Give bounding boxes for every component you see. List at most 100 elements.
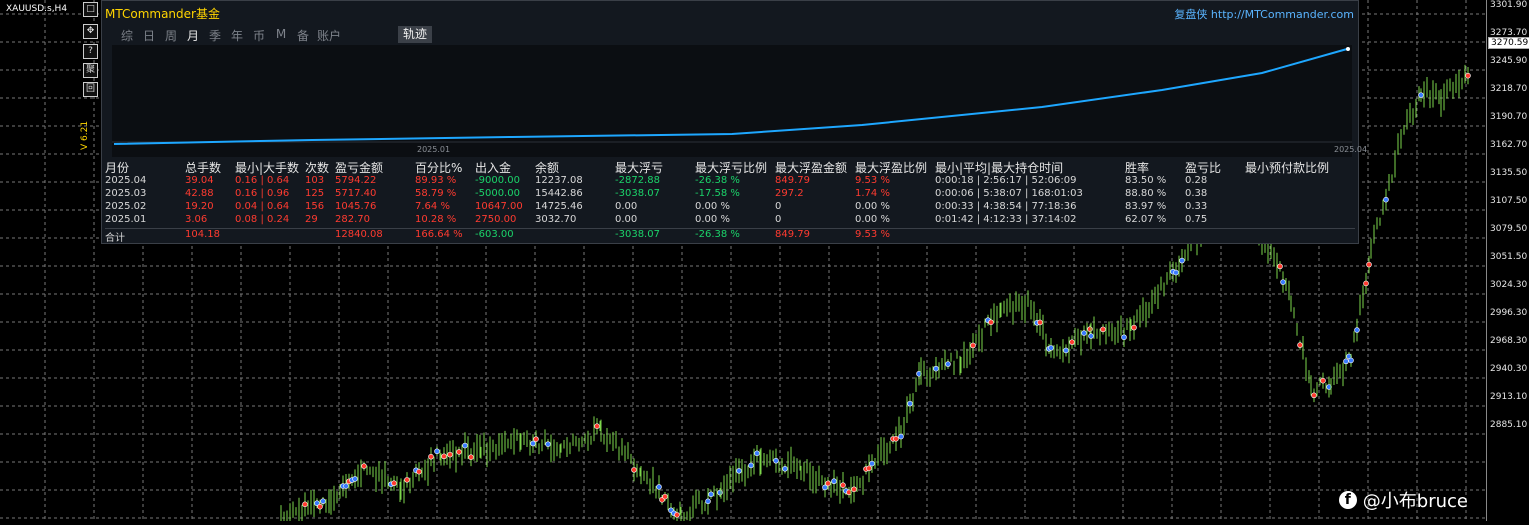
- trade-marker: [468, 454, 474, 460]
- trade-marker: [851, 486, 857, 493]
- trade-marker: [1063, 347, 1069, 354]
- trade-marker: [1311, 392, 1317, 399]
- trade-marker: [352, 476, 358, 482]
- total-lots: 104.18: [185, 229, 220, 240]
- trade-marker: [533, 436, 539, 442]
- header-pnl: 盈亏金额: [335, 161, 384, 175]
- trade-marker: [945, 361, 951, 367]
- trade-marker: [530, 440, 536, 447]
- trade-marker: [428, 453, 434, 460]
- tab-period-6[interactable]: 币: [248, 27, 270, 44]
- brand-title: MTCommander基金: [105, 7, 220, 21]
- cell-win: 88.80 %: [1125, 188, 1167, 199]
- cell-ratio: 0.28: [1185, 175, 1208, 186]
- trade-marker: [782, 466, 788, 472]
- total-max-float-loss: -3038.07: [615, 229, 660, 240]
- total-max-float-profit-pct: 9.53 %: [855, 229, 890, 240]
- total-max-float-profit: 849.79: [775, 229, 810, 240]
- trade-marker: [631, 467, 637, 473]
- cell-month: 2025.01: [105, 214, 147, 225]
- trade-marker: [736, 468, 742, 474]
- trade-marker: [662, 493, 668, 500]
- track-button[interactable]: 轨迹: [398, 26, 432, 43]
- cell-floatprofitpct: 9.53 %: [855, 175, 890, 186]
- tab-period-4[interactable]: 季: [204, 27, 226, 44]
- trade-marker: [1354, 327, 1360, 333]
- cell-flow: 2750.00: [475, 214, 517, 225]
- trade-marker: [970, 342, 976, 349]
- cell-lots: 39.04: [185, 175, 214, 186]
- total-flow: -603.00: [475, 229, 514, 240]
- cell-count: 125: [305, 188, 325, 199]
- price-tick-label: 2996.30: [1490, 308, 1528, 318]
- cell-floatprofitpct: 0.00 %: [855, 214, 890, 225]
- price-tick-label: 3301.90: [1490, 0, 1528, 10]
- stats-row: 2025.01 3.06 0.08 | 0.24 29 282.70 10.28 % 275…: [105, 214, 1355, 227]
- cell-hold: 0:01:42 | 4:12:33 | 37:14:02: [935, 214, 1077, 225]
- cell-float: 0.00: [615, 214, 638, 225]
- trade-marker: [447, 451, 453, 458]
- cell-flow: 10647.00: [475, 201, 523, 212]
- price-tick-label: 3024.30: [1490, 280, 1528, 290]
- trade-marker: [1363, 280, 1369, 287]
- trade-marker: [773, 457, 779, 464]
- version-label: V 6.21: [80, 120, 90, 150]
- trade-marker: [1088, 333, 1094, 339]
- trade-marker: [893, 435, 899, 442]
- trade-marker: [1048, 345, 1054, 351]
- trade-marker: [1465, 72, 1471, 79]
- trade-marker: [462, 442, 468, 449]
- cell-hold: 0:00:18 | 2:56:17 | 52:06:09: [935, 175, 1077, 186]
- stats-row: 2025.03 42.88 0.16 | 0.96 125 5717.40 58.79 %…: [105, 188, 1355, 201]
- trade-marker: [1348, 357, 1354, 364]
- cell-bal: 14725.46: [535, 201, 583, 212]
- trade-marker: [361, 463, 367, 469]
- trade-marker: [748, 462, 754, 469]
- help-button[interactable]: ?: [83, 44, 98, 59]
- promo-link[interactable]: 复盘侠 http://MTCommander.com: [1174, 6, 1354, 22]
- trade-marker: [1320, 377, 1326, 384]
- tab-period-9[interactable]: 账户: [314, 27, 344, 44]
- price-tick-label: 2913.10: [1490, 392, 1528, 402]
- cell-count: 29: [305, 214, 318, 225]
- cell-month: 2025.03: [105, 188, 147, 199]
- period-tabs: 综日周月季年币 M 备账户: [116, 27, 344, 44]
- cell-floatprofitpct: 0.00 %: [855, 201, 890, 212]
- price-tick-label: 3079.50: [1490, 224, 1528, 234]
- cell-month: 2025.04: [105, 175, 147, 186]
- tab-period-2[interactable]: 周: [160, 27, 182, 44]
- total-pnl: 12840.08: [335, 229, 383, 240]
- trade-marker: [1087, 326, 1093, 332]
- trade-marker: [1418, 92, 1424, 98]
- tab-period-5[interactable]: 年: [226, 27, 248, 44]
- move-icon[interactable]: ✥: [83, 24, 98, 39]
- tab-period-0[interactable]: 综: [116, 27, 138, 44]
- cell-pct: 58.79 %: [415, 188, 457, 199]
- cell-lots: 19.20: [185, 201, 214, 212]
- aggregate-button[interactable]: 聚: [83, 63, 98, 78]
- cell-floatprofit: 0: [775, 201, 782, 212]
- tab-period-1[interactable]: 日: [138, 27, 160, 44]
- replay-button[interactable]: 回: [83, 82, 98, 97]
- tab-period-3[interactable]: 月: [182, 27, 204, 44]
- cell-pnl: 1045.76: [335, 201, 377, 212]
- trade-marker: [1277, 263, 1283, 270]
- cell-hold: 0:00:33 | 4:38:54 | 77:18:36: [935, 201, 1077, 212]
- cell-minmax: 0.16 | 0.96: [235, 188, 290, 199]
- tab-period-8[interactable]: 备: [292, 27, 314, 44]
- cell-win: 83.97 %: [1125, 201, 1167, 212]
- trade-marker: [674, 512, 680, 518]
- tab-period-7[interactable]: M: [270, 27, 292, 44]
- equity-curve: [112, 47, 1352, 145]
- price-tick-label: 3107.50: [1490, 196, 1528, 206]
- watermark-text: @小布bruce: [1362, 491, 1468, 512]
- minimize-button[interactable]: □: [83, 2, 98, 17]
- cell-pct: 7.64 %: [415, 201, 450, 212]
- cell-bal: 3032.70: [535, 214, 577, 225]
- trade-marker: [594, 423, 600, 430]
- cell-floatprofit: 297.2: [775, 188, 804, 199]
- price-axis[interactable]: 3301.90 3273.70 3245.90 3218.70 3190.70 3162.…: [1486, 0, 1529, 521]
- price-chart[interactable]: XAUUSD.s,H4 V 6.21 □ ✥ ? 聚 回 MTCommander…: [0, 0, 1486, 525]
- price-tick-label: 3162.70: [1490, 140, 1528, 150]
- cell-float: -2872.88: [615, 175, 660, 186]
